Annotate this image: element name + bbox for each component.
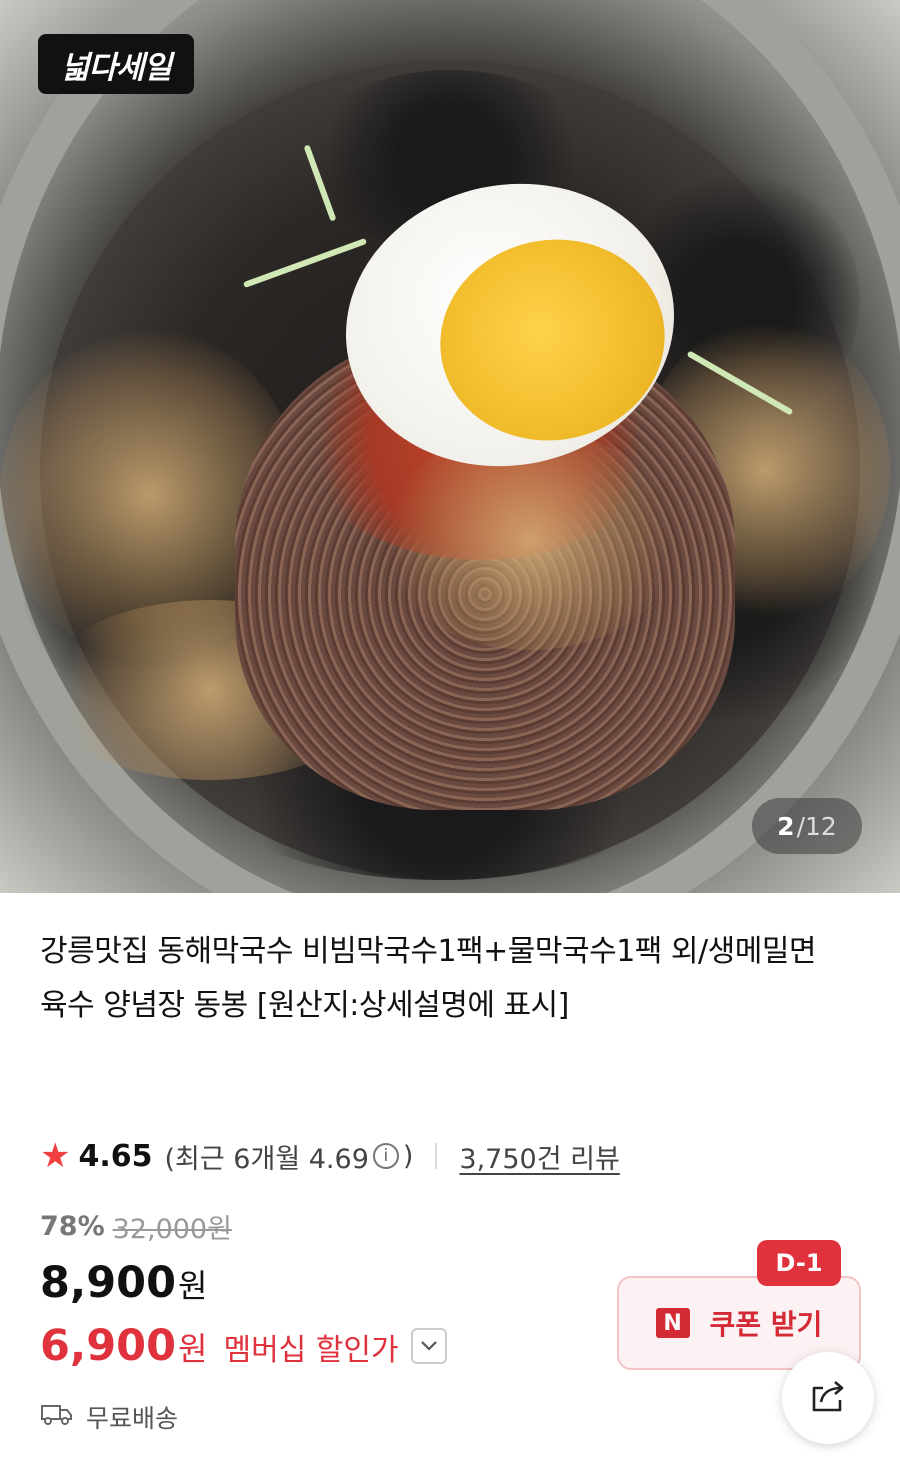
image-counter-total: 12 <box>805 811 837 841</box>
product-title: 강릉맛집 동해막국수 비빔막국수1팩+물막국수1팩 외/생메밀면 육수 양념장 … <box>40 934 817 1023</box>
recent-rating-text: (최근 6개월 4.69 <box>164 1143 369 1175</box>
original-price: 32,000원 <box>112 1214 232 1245</box>
chevron-down-icon[interactable] <box>410 1328 447 1364</box>
rating-value: 4.65 <box>78 1138 153 1174</box>
share-icon <box>809 1378 847 1418</box>
shipping-info: 무료배송 <box>40 1399 178 1435</box>
dday-badge: D-1 <box>757 1240 841 1286</box>
discount-rate: 78% <box>40 1211 105 1242</box>
review-count-link[interactable]: 3,750건 리뷰 <box>459 1137 619 1176</box>
sale-price: 8,900 원 <box>40 1258 207 1308</box>
membership-label: 멤버십 할인가 <box>223 1333 399 1368</box>
shipping-label: 무료배송 <box>86 1404 179 1433</box>
recent-rating-close: ) <box>402 1140 414 1172</box>
coupon-label: 쿠폰 받기 <box>709 1308 823 1341</box>
info-icon[interactable]: i <box>372 1143 399 1169</box>
sale-price-value: 8,900 <box>40 1258 177 1308</box>
share-button[interactable] <box>782 1352 874 1444</box>
image-counter-current: 2 <box>777 811 795 841</box>
naver-n-icon: N <box>655 1308 690 1338</box>
membership-price-row: 6,900 원 멤버십 할인가 <box>40 1321 447 1371</box>
image-counter-separator: / <box>796 811 806 841</box>
image-counter: 2 / 12 <box>752 798 862 854</box>
truck-icon <box>40 1402 74 1432</box>
product-image-carousel[interactable]: 넓다세일 2 / 12 <box>0 0 900 893</box>
membership-price-value: 6,900 <box>40 1321 177 1371</box>
sale-badge: 넓다세일 <box>38 34 194 94</box>
membership-price-unit: 원 <box>178 1330 208 1368</box>
divider <box>435 1143 438 1169</box>
rating-row: ★ 4.65 (최근 6개월 4.69 i ) 3,750건 리뷰 <box>40 1134 620 1178</box>
star-icon: ★ <box>40 1136 71 1176</box>
sale-price-unit: 원 <box>178 1267 208 1305</box>
discount-row: 78% 32,000원 <box>40 1207 232 1246</box>
